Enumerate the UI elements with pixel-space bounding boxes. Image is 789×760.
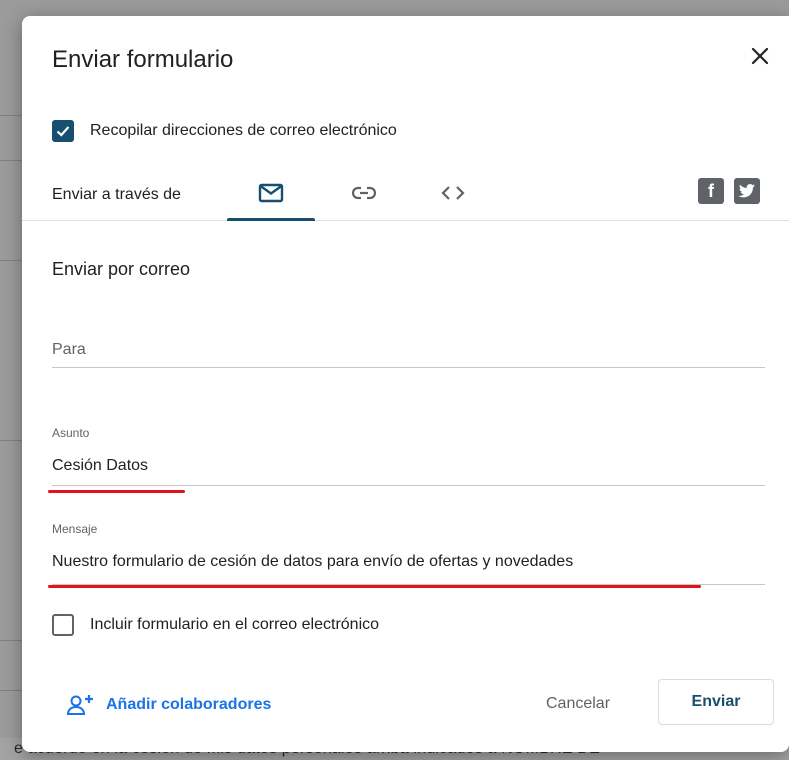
add-collaborators-button[interactable]: Añadir colaboradores — [66, 694, 271, 716]
to-underline — [52, 367, 765, 368]
send-form-dialog: Enviar formulario Recopilar direcciones … — [22, 16, 789, 752]
include-form-label: Incluir formulario en el correo electrón… — [90, 616, 380, 633]
add-person-icon — [66, 695, 93, 715]
highlight-underline-subject — [48, 490, 185, 493]
section-title: Enviar por correo — [52, 259, 191, 279]
cancel-button[interactable]: Cancelar — [530, 684, 626, 724]
to-input[interactable] — [52, 338, 765, 362]
highlight-underline-message — [48, 585, 701, 588]
collect-emails-label: Recopilar direcciones de correo electrón… — [90, 122, 397, 139]
collect-emails-checkbox[interactable] — [52, 120, 74, 142]
add-collaborators-label: Añadir colaboradores — [106, 696, 272, 713]
bg-divider — [0, 260, 22, 261]
send-via-tabs: Enviar a través de f — [22, 166, 789, 221]
send-via-label: Enviar a través de — [52, 186, 181, 203]
tab-link[interactable] — [320, 166, 408, 220]
collect-emails-row[interactable]: Recopilar direcciones de correo electrón… — [52, 120, 397, 142]
message-input[interactable] — [52, 550, 765, 574]
link-icon — [352, 186, 376, 200]
embed-code-icon — [441, 186, 465, 200]
to-field — [52, 338, 765, 368]
tab-email[interactable] — [227, 166, 315, 221]
bg-divider — [0, 440, 22, 441]
bg-divider — [0, 160, 22, 161]
subject-input[interactable] — [52, 454, 765, 478]
include-form-checkbox[interactable] — [52, 614, 74, 636]
facebook-share-button[interactable]: f — [698, 178, 724, 204]
bg-divider — [0, 690, 22, 691]
dialog-title: Enviar formulario — [52, 46, 234, 73]
send-button[interactable]: Enviar — [658, 679, 774, 725]
twitter-share-button[interactable] — [734, 178, 760, 204]
subject-field: Asunto — [52, 426, 765, 486]
checkmark-icon — [56, 126, 70, 137]
subject-underline — [52, 485, 765, 486]
close-button[interactable] — [746, 42, 774, 70]
message-label: Mensaje — [52, 522, 98, 536]
facebook-icon: f — [708, 180, 714, 201]
tab-embed[interactable] — [409, 166, 497, 220]
email-icon — [258, 183, 284, 203]
include-form-row[interactable]: Incluir formulario en el correo electrón… — [52, 614, 379, 636]
subject-label: Asunto — [52, 426, 90, 440]
close-icon — [751, 47, 769, 65]
twitter-icon — [738, 184, 755, 198]
message-field: Mensaje — [52, 522, 765, 585]
bg-divider — [0, 115, 22, 116]
bg-divider — [0, 640, 22, 641]
